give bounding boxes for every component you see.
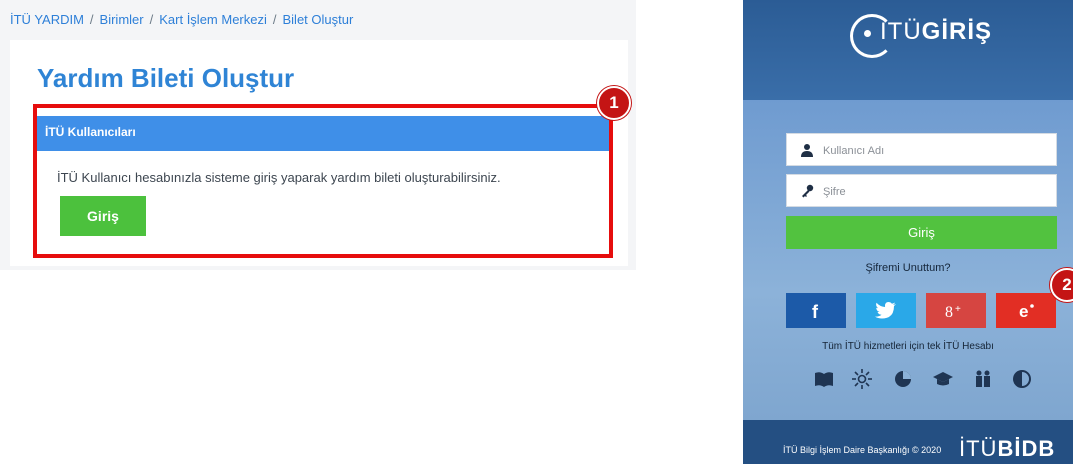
breadcrumb-separator: /	[149, 12, 154, 27]
book-icon[interactable]	[813, 368, 835, 390]
svg-text:+: +	[955, 304, 961, 315]
login-submit-button[interactable]: Giriş	[786, 216, 1057, 249]
contrast-icon[interactable]	[1011, 368, 1033, 390]
facebook-icon: f	[812, 302, 819, 321]
breadcrumb-separator: /	[89, 12, 94, 27]
password-field[interactable]	[786, 174, 1057, 208]
page-title: Yardım Bileti Oluştur	[37, 63, 295, 93]
breadcrumb-item-units[interactable]: Birimler	[100, 12, 144, 27]
twitter-icon	[875, 302, 896, 319]
help-page: İTÜ YARDIM / Birimler / Kart İşlem Merkezi / B…	[0, 0, 636, 270]
footer-brand-light: İTÜ	[959, 436, 998, 461]
login-header-band	[743, 0, 1073, 100]
sun-icon[interactable]	[851, 368, 873, 390]
e-devlet-login-button[interactable]: e	[996, 293, 1056, 328]
logo-light-text: İTÜ	[880, 18, 922, 45]
pie-chart-icon[interactable]	[892, 368, 914, 390]
footer-brand-logo: İTÜBİDB	[959, 436, 1055, 462]
user-icon	[801, 144, 813, 157]
login-tagline: Tüm İTÜ hizmetleri için tek İTÜ Hesabı	[822, 341, 994, 352]
panel-header-label: İTÜ Kullanıcıları	[45, 125, 136, 139]
breadcrumb-item-current[interactable]: Bilet Oluştur	[283, 12, 354, 27]
svg-text:e: e	[1019, 302, 1028, 321]
logo-bold-text: GİRİŞ	[921, 18, 993, 45]
twitter-login-button[interactable]	[856, 293, 916, 328]
itu-users-panel: İTÜ Kullanıcıları İTÜ Kullanıcı hesabını…	[33, 104, 613, 258]
graduation-cap-icon[interactable]	[932, 368, 954, 390]
username-input[interactable]	[821, 134, 1055, 167]
panel-description: İTÜ Kullanıcı hesabınızla sisteme giriş …	[57, 170, 501, 185]
annotation-marker-1: 1	[597, 86, 631, 120]
login-logo-text: İTÜGİRİŞ	[880, 18, 992, 46]
google-plus-login-button[interactable]: 8 +	[926, 293, 986, 328]
forgot-password-link[interactable]: Şifremi Unuttum?	[743, 262, 1073, 274]
svg-text:f: f	[812, 302, 819, 321]
breadcrumb-item-card-center[interactable]: Kart İşlem Merkezi	[159, 12, 267, 27]
footer-brand-bold: BİDB	[997, 436, 1056, 461]
password-input[interactable]	[821, 175, 1055, 208]
svg-text:8: 8	[945, 304, 953, 321]
facebook-login-button[interactable]: f	[786, 293, 846, 328]
key-icon	[802, 184, 814, 198]
login-button[interactable]: Giriş	[60, 196, 146, 236]
footer-copyright: İTÜ Bilgi İşlem Daire Başkanlığı © 2020	[783, 445, 942, 455]
breadcrumb: İTÜ YARDIM / Birimler / Kart İşlem Merkezi / B…	[10, 12, 353, 27]
username-field[interactable]	[786, 133, 1057, 167]
google-plus-icon: 8 +	[945, 304, 961, 321]
panel-header: İTÜ Kullanıcıları	[37, 116, 609, 151]
breadcrumb-separator: /	[272, 12, 277, 27]
people-icon[interactable]	[972, 368, 994, 390]
breadcrumb-item-home[interactable]: İTÜ YARDIM	[10, 12, 84, 27]
itu-logo-dot	[864, 30, 871, 37]
e-devlet-icon: e	[1019, 302, 1034, 321]
itu-login-page: İTÜGİRİŞ Giriş Şifremi Unuttum? f 8+ e 2…	[743, 0, 1073, 464]
